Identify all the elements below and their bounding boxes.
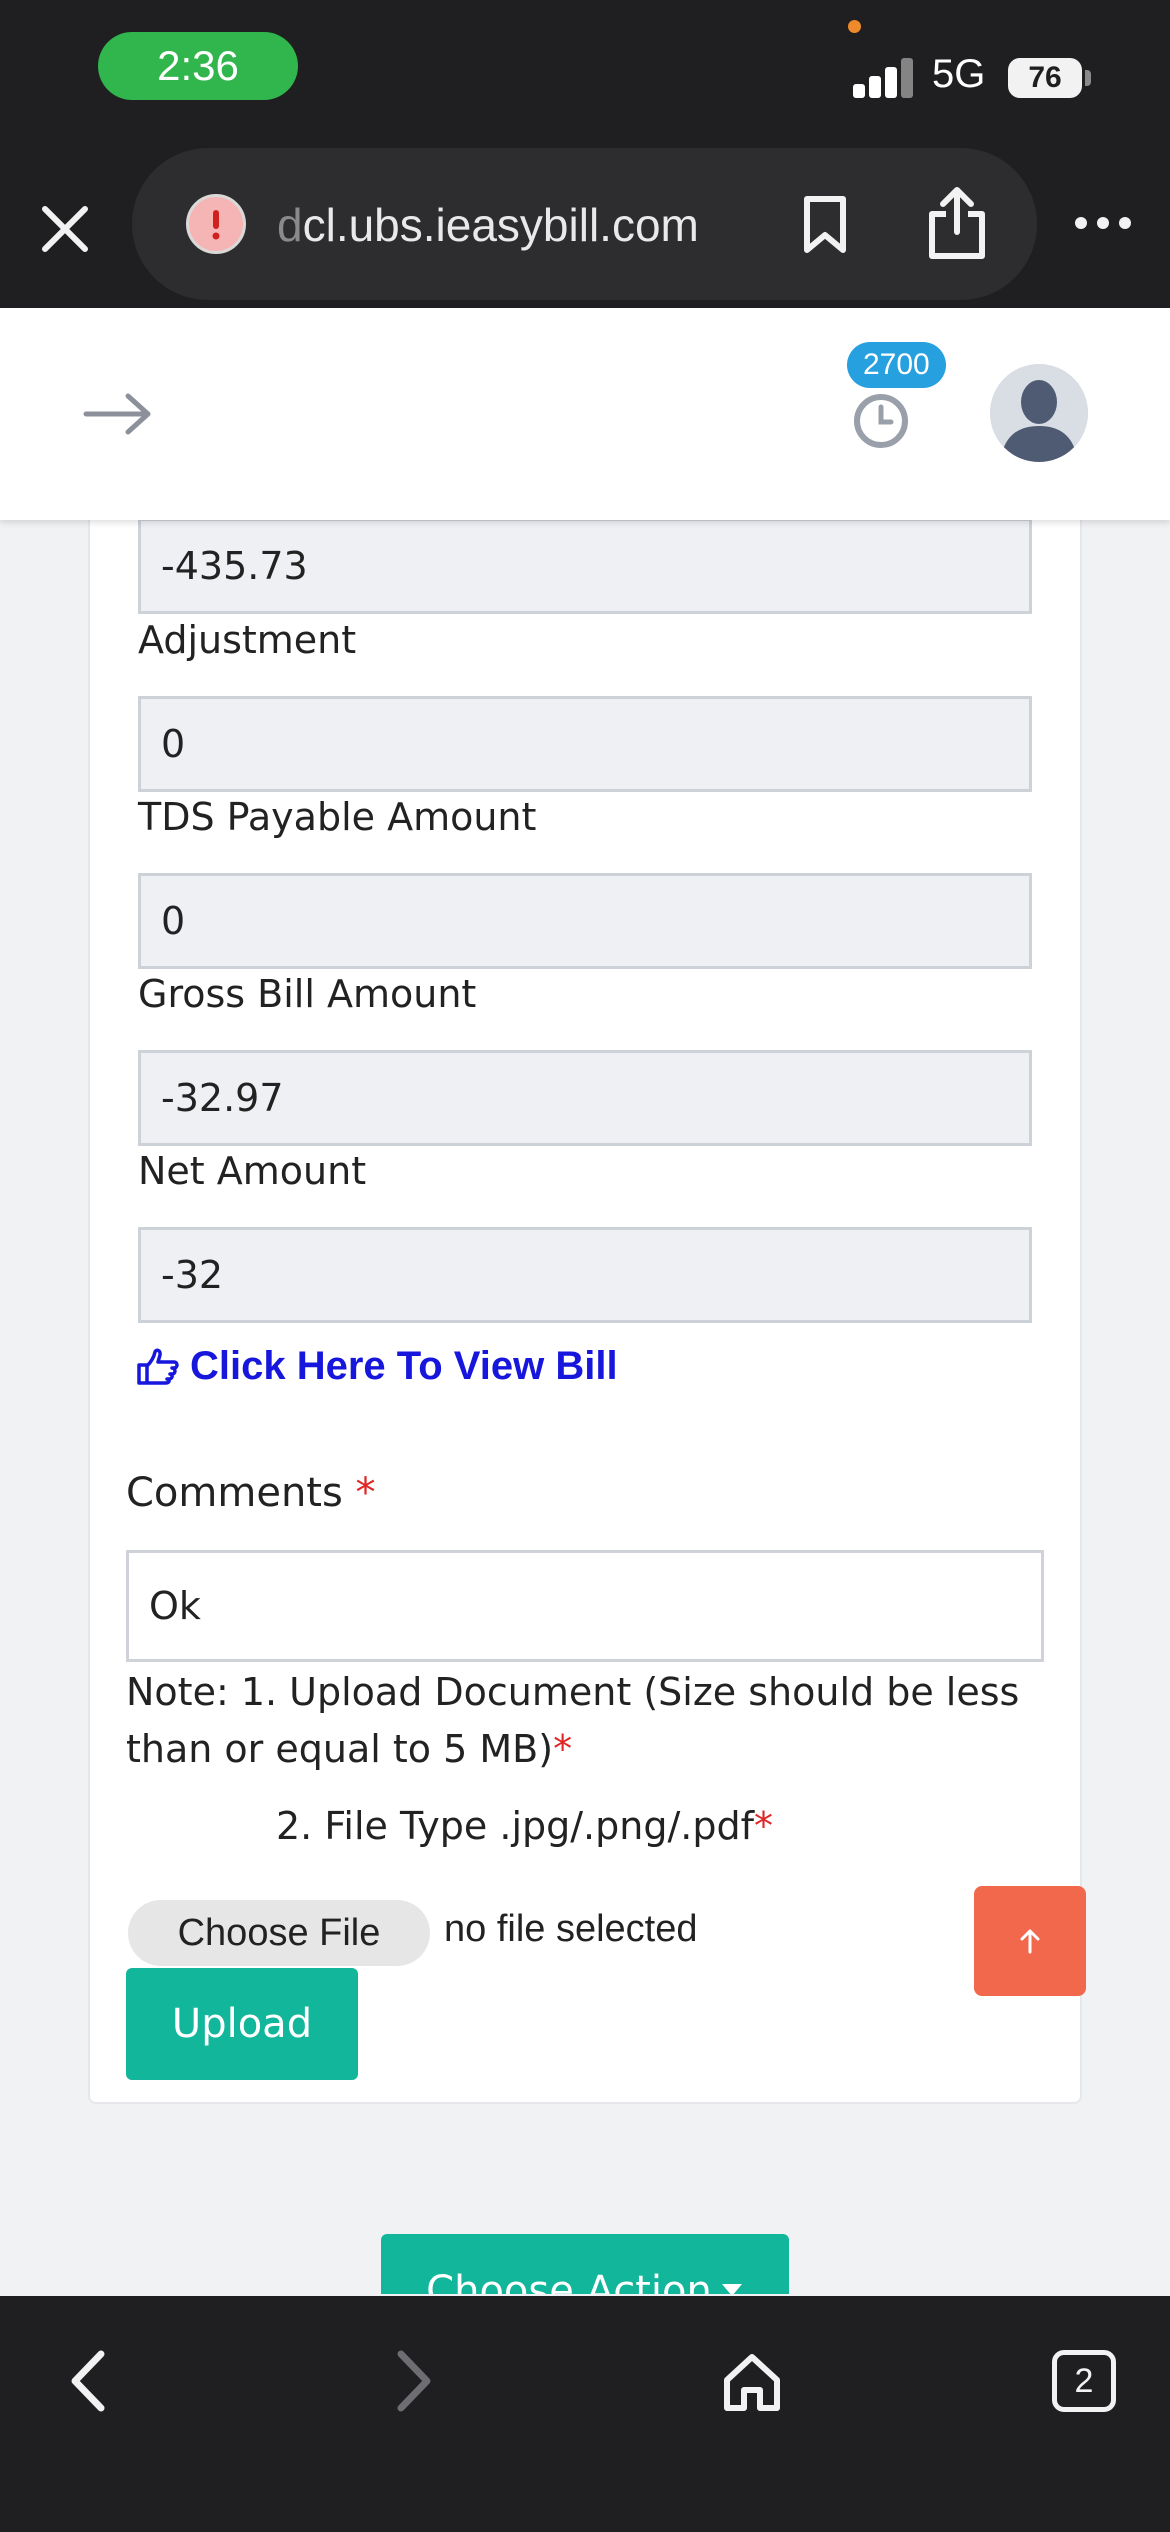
signal-icon	[853, 58, 915, 98]
gross-bill-amount-label: Gross Bill Amount	[138, 972, 477, 1016]
app-header: 2700	[0, 308, 1170, 520]
comments-label-text: Comments	[126, 1470, 343, 1516]
upload-note-size: Note: 1. Upload Document (Size should be…	[126, 1664, 1056, 1778]
file-status-text: no file selected	[444, 1908, 698, 1950]
gross-bill-amount-field[interactable]: -32.97	[138, 1050, 1032, 1146]
avatar[interactable]	[990, 364, 1088, 462]
upload-note-size-text: Note: 1. Upload Document (Size should be…	[126, 1670, 1020, 1771]
browser-toolbar: dcl.ubs.ieasybill.com	[0, 140, 1170, 308]
status-time: 2:36	[98, 32, 298, 100]
net-amount-label: Net Amount	[138, 1149, 367, 1193]
hand-pointer-icon	[137, 1348, 179, 1385]
scroll-to-top-button[interactable]	[974, 1886, 1086, 1996]
network-type: 5G	[932, 52, 986, 96]
required-asterisk: *	[355, 1470, 376, 1516]
arrow-right-icon[interactable]	[78, 380, 158, 448]
adjustment-field[interactable]: 0	[138, 696, 1032, 792]
close-icon[interactable]	[28, 192, 102, 266]
tds-payable-amount-field[interactable]: 0	[138, 873, 1032, 969]
arrow-up-icon	[1020, 1929, 1040, 1954]
upload-note-file-type-text: 2. File Type .jpg/.png/.pdf	[276, 1804, 754, 1848]
share-icon[interactable]	[917, 184, 997, 264]
back-icon[interactable]	[52, 2346, 122, 2416]
battery-tip	[1085, 70, 1091, 86]
more-icon[interactable]	[1068, 198, 1138, 248]
battery-icon: 76	[1008, 58, 1082, 98]
choose-file-button[interactable]: Choose File	[128, 1900, 430, 1966]
adjustment-label: Adjustment	[138, 618, 357, 662]
view-bill-link[interactable]: Click Here To View Bill	[136, 1344, 618, 1389]
upload-button[interactable]: Upload	[126, 1968, 358, 2080]
privacy-indicator-dot	[848, 20, 861, 33]
caret-down-icon	[721, 2284, 742, 2294]
browser-bottom-toolbar: 2	[0, 2296, 1170, 2532]
address-bar[interactable]: dcl.ubs.ieasybill.com	[132, 148, 1037, 300]
comments-label: Comments *	[126, 1470, 376, 1516]
notification-badge[interactable]: 2700	[847, 342, 946, 388]
status-bar: 2:36 5G 76	[0, 0, 1170, 140]
comments-textarea[interactable]: Ok	[126, 1550, 1044, 1662]
tabs-count-button[interactable]: 2	[1052, 2350, 1116, 2412]
choose-action-label: Choose Action	[426, 2268, 712, 2294]
view-bill-link-text: Click Here To View Bill	[190, 1344, 618, 1388]
tds-payable-amount-label: TDS Payable Amount	[138, 795, 537, 839]
previous-amount-field[interactable]: -435.73	[138, 518, 1032, 614]
bookmark-icon[interactable]	[792, 192, 858, 258]
url-text-faded: d	[277, 199, 303, 251]
url-text[interactable]: dcl.ubs.ieasybill.com	[277, 198, 699, 252]
required-asterisk: *	[753, 1804, 773, 1848]
warning-icon[interactable]	[182, 190, 250, 258]
choose-action-button[interactable]: Choose Action	[381, 2234, 789, 2294]
url-text-main: cl.ubs.ieasybill.com	[302, 199, 699, 251]
net-amount-field[interactable]: -32	[138, 1227, 1032, 1323]
forward-icon[interactable]	[380, 2346, 450, 2416]
upload-note-file-type: 2. File Type .jpg/.png/.pdf*	[276, 1804, 773, 1848]
clock-icon[interactable]	[848, 388, 914, 454]
required-asterisk: *	[553, 1727, 573, 1771]
home-icon[interactable]	[712, 2342, 792, 2422]
